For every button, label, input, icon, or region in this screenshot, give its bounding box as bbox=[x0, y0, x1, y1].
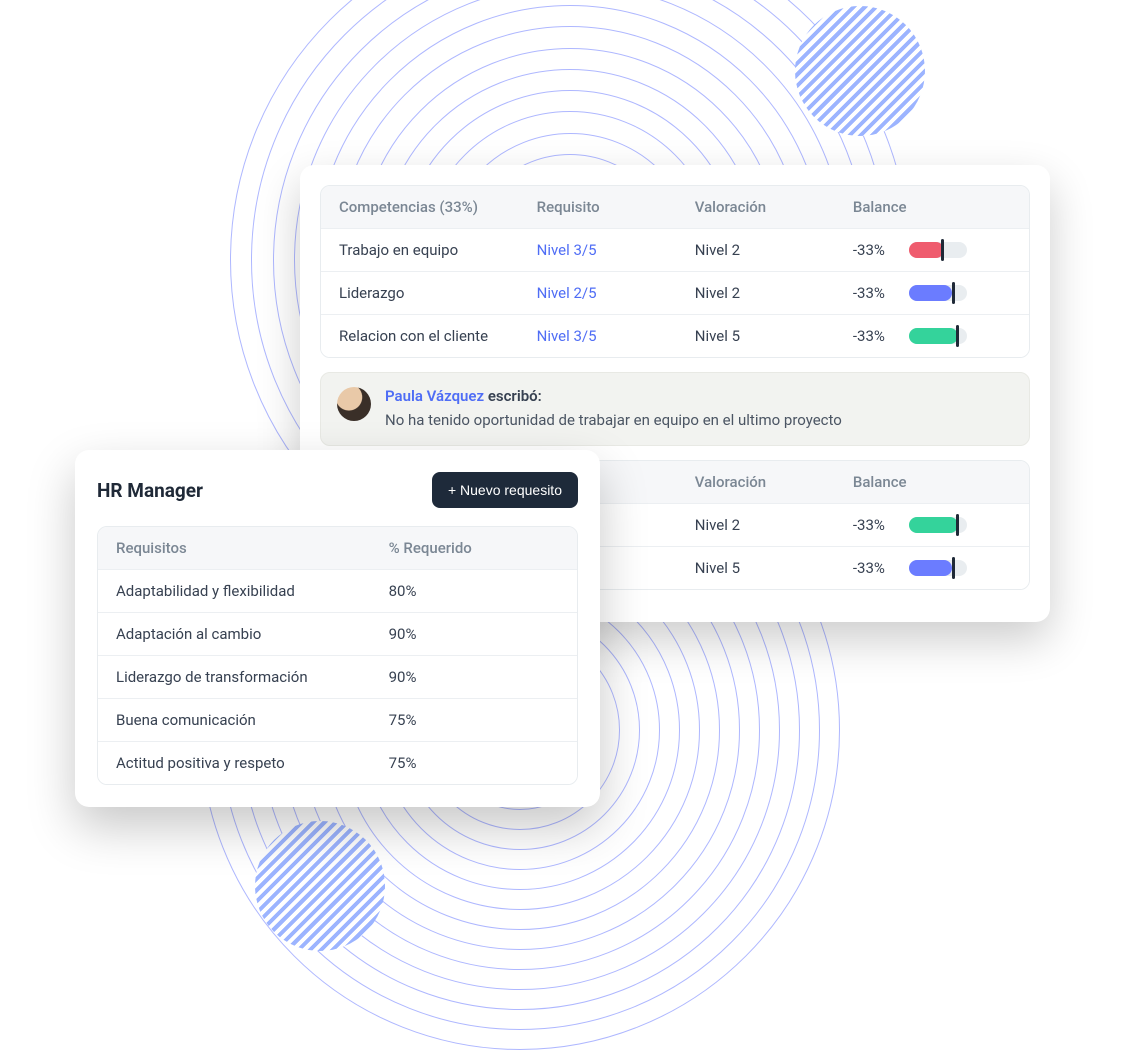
requisito-pct: 75% bbox=[389, 711, 559, 729]
competency-name: Relacion con el cliente bbox=[339, 327, 537, 345]
balance-cell: -33% bbox=[853, 284, 1011, 302]
requisito-link[interactable]: Nivel 2/5 bbox=[537, 284, 695, 302]
balance-value: -33% bbox=[853, 284, 899, 302]
col-balance: Balance bbox=[853, 473, 1011, 491]
table-row: Liderazgo de transformación 90% bbox=[98, 655, 577, 698]
table-row: Adaptabilidad y flexibilidad 80% bbox=[98, 569, 577, 612]
valoracion-value: Nivel 2 bbox=[695, 284, 853, 302]
valoracion-value: Nivel 2 bbox=[695, 516, 853, 534]
comment-wrote-label: escribó: bbox=[488, 387, 542, 405]
valoracion-value: Nivel 2 bbox=[695, 241, 853, 259]
table-header-row: Requisitos % Requerido bbox=[98, 527, 577, 569]
balance-pill bbox=[909, 328, 967, 344]
balance-fill bbox=[909, 328, 958, 344]
comment-author: Paula Vázquez bbox=[385, 387, 484, 405]
balance-cell: -33% bbox=[853, 327, 1011, 345]
valoracion-value: Nivel 5 bbox=[695, 327, 853, 345]
col-competencias: Competencias (33%) bbox=[339, 198, 537, 216]
comment-block: Paula Vázquez escribó: No ha tenido opor… bbox=[320, 372, 1030, 446]
col-balance: Balance bbox=[853, 198, 1011, 216]
table-row: Relacion con el cliente Nivel 3/5 Nivel … bbox=[321, 314, 1029, 357]
col-requisitos: Requisitos bbox=[116, 539, 389, 557]
col-valoracion: Valoración bbox=[695, 473, 853, 491]
competency-name: Trabajo en equipo bbox=[339, 241, 537, 259]
balance-cell: -33% bbox=[853, 241, 1011, 259]
hr-header: HR Manager + Nuevo requesito bbox=[97, 472, 578, 508]
new-requisito-button[interactable]: + Nuevo requesito bbox=[432, 472, 578, 508]
valoracion-value: Nivel 5 bbox=[695, 559, 853, 577]
requisito-pct: 80% bbox=[389, 582, 559, 600]
balance-cell: -33% bbox=[853, 516, 1011, 534]
hr-manager-card: HR Manager + Nuevo requesito Requisitos … bbox=[75, 450, 600, 807]
balance-marker bbox=[956, 514, 959, 536]
requisito-link[interactable]: Nivel 3/5 bbox=[537, 327, 695, 345]
balance-marker bbox=[941, 239, 944, 261]
balance-marker bbox=[952, 282, 955, 304]
table-row: Actitud positiva y respeto 75% bbox=[98, 741, 577, 784]
balance-marker bbox=[952, 557, 955, 579]
table-row: Adaptación al cambio 90% bbox=[98, 612, 577, 655]
decorative-stripe-circle bbox=[255, 821, 385, 951]
balance-pill bbox=[909, 560, 967, 576]
requisito-name: Adaptación al cambio bbox=[116, 625, 389, 643]
balance-value: -33% bbox=[853, 327, 899, 345]
balance-value: -33% bbox=[853, 559, 899, 577]
balance-pill bbox=[909, 242, 967, 258]
col-valoracion: Valoración bbox=[695, 198, 853, 216]
decorative-stripe-circle bbox=[795, 6, 925, 136]
hr-requisitos-table: Requisitos % Requerido Adaptabilidad y f… bbox=[97, 526, 578, 785]
competencies-table: Competencias (33%) Requisito Valoración … bbox=[320, 185, 1030, 358]
balance-fill bbox=[909, 517, 958, 533]
competency-name: Liderazgo bbox=[339, 284, 537, 302]
balance-pill bbox=[909, 285, 967, 301]
requisito-name: Adaptabilidad y flexibilidad bbox=[116, 582, 389, 600]
comment-text: No ha tenido oportunidad de trabajar en … bbox=[385, 411, 842, 429]
requisito-pct: 90% bbox=[389, 625, 559, 643]
balance-cell: -33% bbox=[853, 559, 1011, 577]
balance-fill bbox=[909, 560, 953, 576]
avatar bbox=[337, 387, 371, 421]
col-requisito: Requisito bbox=[537, 198, 695, 216]
balance-pill bbox=[909, 517, 967, 533]
table-header-row: Competencias (33%) Requisito Valoración … bbox=[321, 186, 1029, 228]
table-row: Liderazgo Nivel 2/5 Nivel 2 -33% bbox=[321, 271, 1029, 314]
hr-title: HR Manager bbox=[97, 479, 203, 502]
balance-fill bbox=[909, 242, 944, 258]
balance-marker bbox=[956, 325, 959, 347]
requisito-name: Liderazgo de transformación bbox=[116, 668, 389, 686]
requisito-pct: 90% bbox=[389, 668, 559, 686]
table-row: Buena comunicación 75% bbox=[98, 698, 577, 741]
balance-fill bbox=[909, 285, 953, 301]
balance-value: -33% bbox=[853, 516, 899, 534]
col-requerido: % Requerido bbox=[389, 539, 559, 557]
requisito-name: Actitud positiva y respeto bbox=[116, 754, 389, 772]
balance-value: -33% bbox=[853, 241, 899, 259]
requisito-pct: 75% bbox=[389, 754, 559, 772]
table-row: Trabajo en equipo Nivel 3/5 Nivel 2 -33% bbox=[321, 228, 1029, 271]
comment-body: Paula Vázquez escribó: No ha tenido opor… bbox=[385, 387, 842, 429]
requisito-name: Buena comunicación bbox=[116, 711, 389, 729]
requisito-link[interactable]: Nivel 3/5 bbox=[537, 241, 695, 259]
